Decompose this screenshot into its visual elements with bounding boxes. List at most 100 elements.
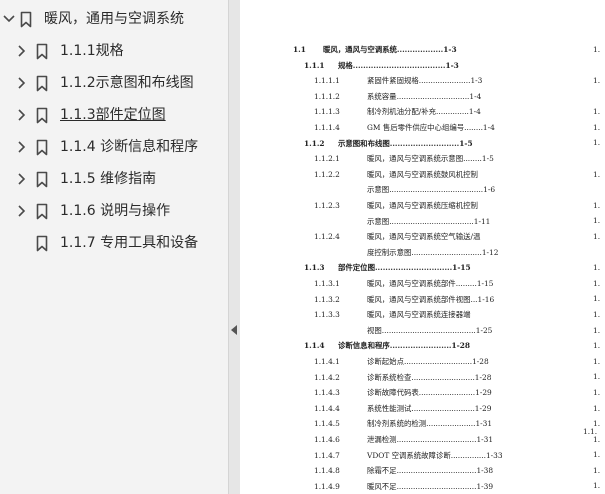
chevron-right-icon[interactable]	[15, 140, 29, 154]
toc-leader-dots: ........	[464, 123, 483, 132]
toc-entry[interactable]: 1.1.4 诊断信息和程序........................ 1-28	[304, 341, 550, 351]
toc-entry[interactable]: 1.1 暖风，通风与空调系统.................. 1-3	[293, 45, 550, 55]
toc-title: VDOT 空调系统故障诊断	[367, 450, 451, 460]
toc-entry[interactable]: 1.1.3 部件定位图..............................…	[304, 263, 550, 273]
toc-number: 1.1.4.5	[314, 419, 340, 429]
toc-title: 暖风不足	[367, 481, 397, 491]
toc-page-number: 1-4	[468, 107, 481, 117]
bookmark-label: 1.1.2示意图和布线图	[60, 75, 194, 91]
bookmark-label: 1.1.6 说明与操作	[60, 203, 171, 219]
toc-entry[interactable]: 1.1.4.5 制冷剂系统的检测..................... 1-31	[314, 419, 550, 429]
panel-splitter[interactable]	[228, 0, 240, 494]
toc-entry[interactable]: 1.1.2.2 暖风，通风与空调系统鼓风机控制	[314, 170, 550, 180]
chevron-right-icon[interactable]	[15, 44, 29, 58]
bookmark-item-1-1-6[interactable]: 1.1.6 说明与操作	[0, 196, 228, 226]
bookmark-item-1-1-7[interactable]: 1.1.7 专用工具和设备	[0, 228, 228, 258]
toc-leader-dots: ..............................	[374, 263, 453, 273]
toc-entry[interactable]: 1.1.2 示意图和布线图........................... 1…	[304, 139, 550, 149]
toc-page-number: 1-4	[469, 91, 482, 101]
toc-entry[interactable]: 1.1.1.3 制冷剂机油分配/补充.............. 1-4	[314, 107, 550, 117]
next-page-fragment: 1.	[593, 201, 601, 210]
toc-entry[interactable]: 1.1.1.1 紧固件紧固规格...................... 1-3	[314, 76, 550, 86]
toc-entry[interactable]: 1.1.3.2 暖风，通风与空调系统部件视图... 1-16	[314, 295, 550, 305]
toc-entry[interactable]: 1.1.1.2 系统容量.............................…	[314, 92, 550, 102]
toc-page-number: 1-31	[476, 435, 494, 444]
next-page-fragment: 1.	[593, 138, 601, 147]
toc-number: 1.1.1.2	[314, 91, 340, 101]
bookmark-item-1-1-3[interactable]: 1.1.3部件定位图	[0, 100, 228, 130]
toc-entry[interactable]: 1.1.4.9 暖风不足.............................…	[314, 482, 550, 492]
bookmark-label: 1.1.4 诊断信息和程序	[60, 139, 199, 155]
bookmark-icon	[35, 234, 49, 252]
chevron-right-icon[interactable]	[15, 108, 29, 122]
bookmark-icon	[35, 202, 49, 220]
toc-leader-dots: ...............................	[396, 91, 470, 101]
bookmark-item-1-1-5[interactable]: 1.1.5 维修指南	[0, 164, 228, 194]
toc-leader-dots: ......................	[418, 76, 471, 86]
toc-page-number: 1-28	[451, 341, 471, 351]
bookmark-label: 1.1.7 专用工具和设备	[60, 235, 199, 251]
toc-title: 暖风，通风与空调系统	[323, 45, 397, 54]
toc-page-number: 1-5	[459, 138, 473, 148]
toc-number: 1.1.4.7	[314, 450, 340, 460]
toc-entry[interactable]: 1.1.4.4 系统性能测试...........................…	[314, 404, 550, 414]
bookmark-item-1-1-2[interactable]: 1.1.2示意图和布线图	[0, 68, 228, 98]
next-page-fragment: 1.	[593, 466, 601, 475]
next-page-fragment: 1.	[593, 76, 601, 85]
next-page-fragment: 1.	[593, 263, 601, 272]
toc-number: 1.1.4	[304, 341, 325, 351]
toc-entry[interactable]: 1.1.4.1 诊断起始点............................…	[314, 357, 550, 367]
toc-title: 暖风，通风与空调系统鼓风机控制	[367, 169, 478, 179]
toc-leader-dots: ........................................	[389, 185, 484, 195]
toc-entry[interactable]: 1.1.4.3 诊断故障代码表........................ 1-…	[314, 388, 550, 398]
toc-entry[interactable]: 1.1.4.2 诊断系统检查...........................…	[314, 373, 550, 383]
toc-entry[interactable]: 1.1.1 规格.................................…	[304, 61, 550, 71]
chevron-right-icon[interactable]	[15, 172, 29, 186]
toc-leader-dots: ...............	[450, 450, 486, 460]
toc-leader-dots: ........	[463, 154, 482, 164]
toc-page-number: 1-29	[475, 388, 492, 398]
next-page-fragment: 1.	[593, 326, 601, 335]
toc-title: 泄漏检测	[367, 435, 397, 444]
chevron-right-icon[interactable]	[15, 204, 29, 218]
bookmark-item-1-1-1[interactable]: 1.1.1规格	[0, 36, 228, 66]
toc-title: 暖风，通风与空调系统空气输送/温	[367, 232, 481, 242]
toc-leader-dots: ..............................	[411, 247, 482, 257]
toc-leader-dots: ........................	[389, 341, 452, 351]
toc-title: 紧固件紧固规格	[367, 76, 419, 86]
toc-title: 度控制示意图	[367, 247, 412, 257]
collapse-panel-icon[interactable]	[230, 323, 238, 337]
toc-number: 1.1.1.3	[314, 107, 340, 117]
bookmark-icon	[35, 106, 49, 124]
toc-entry[interactable]: 示意图.....................................…	[367, 185, 550, 195]
chevron-right-icon[interactable]	[15, 76, 29, 90]
chevron-down-icon[interactable]	[2, 12, 16, 26]
toc-number: 1.1.1.4	[314, 123, 340, 132]
bookmark-label: 1.1.3部件定位图	[60, 107, 166, 123]
toc-number: 1.1.4.1	[314, 357, 340, 366]
bookmark-icon	[35, 138, 49, 156]
toc-entry[interactable]: 1.1.1.4 GM 售后零件供应中心组编号........ 1-4	[314, 123, 550, 133]
toc-entry[interactable]: 度控制示意图.............................. 1-12	[367, 248, 550, 258]
toc-entry[interactable]: 1.1.2.3 暖风，通风与空调系统压缩机控制	[314, 201, 550, 211]
toc-entry[interactable]: 1.1.3.1 暖风，通风与空调系统部件......... 1-15	[314, 279, 550, 289]
toc-entry[interactable]: 示意图.................................... 1…	[367, 217, 550, 227]
toc-title: 示意图	[367, 185, 390, 195]
toc-entry[interactable]: 1.1.4.8 除霜不足.............................…	[314, 466, 550, 476]
toc-entry[interactable]: 视图......................................…	[367, 326, 550, 336]
toc-entry[interactable]: 1.1.2.4 暖风，通风与空调系统空气输送/温	[314, 232, 550, 242]
toc-page-number: 1-6	[483, 185, 496, 195]
toc-title: 暖风，通风与空调系统部件视图	[367, 294, 471, 304]
toc-entry[interactable]: 1.1.4.6 泄漏检测.............................…	[314, 435, 550, 445]
toc-entry[interactable]: 1.1.2.1 暖风，通风与空调系统示意图........ 1-5	[314, 154, 550, 164]
bookmark-item-1-1-4[interactable]: 1.1.4 诊断信息和程序	[0, 132, 228, 162]
next-page-fragment: 1.	[593, 170, 601, 179]
bookmark-item-root[interactable]: 暖风，通用与空调系统	[0, 4, 228, 34]
toc-leader-dots: ...........................	[411, 372, 475, 382]
toc-entry[interactable]: 1.1.4.7 VDOT 空调系统故障诊断............... 1-33	[314, 451, 550, 461]
toc-entry[interactable]: 1.1.3.3 暖风，通风与空调系统连接器端	[314, 310, 550, 320]
next-page-fragment: 1.	[593, 123, 601, 132]
next-page-fragment: 1.	[593, 279, 601, 288]
toc-page-number: 1-3	[470, 76, 483, 86]
next-page-fragment: 1.	[593, 435, 601, 444]
